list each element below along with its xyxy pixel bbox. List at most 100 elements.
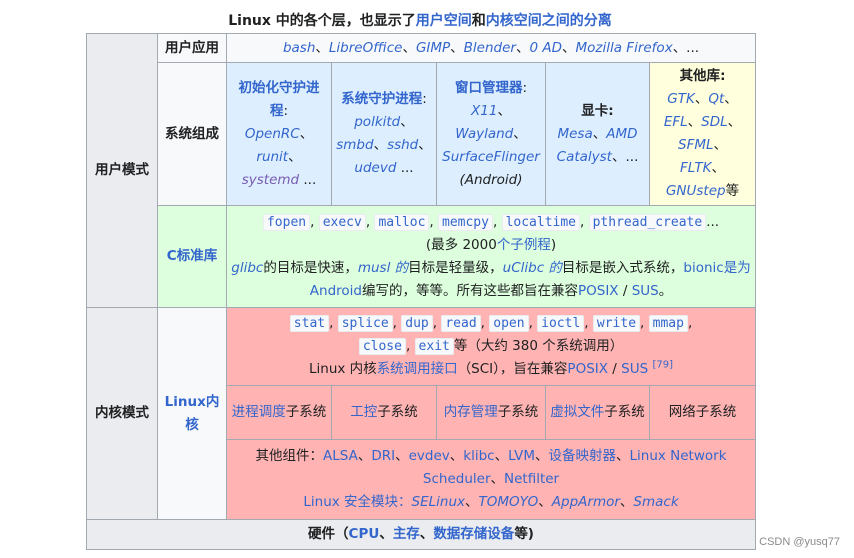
syscall-code[interactable]: write bbox=[592, 315, 641, 332]
window-manager-cell: 窗口管理器: X11、 Wayland、 SurfaceFlinger (And… bbox=[436, 62, 546, 206]
linux-kernel-link[interactable]: Linux内核 bbox=[165, 394, 220, 433]
lib-item[interactable]: GTK bbox=[667, 91, 695, 107]
network-subsystem: 网络子系统 bbox=[668, 404, 737, 420]
graphics-cell: 显卡: Mesa、AMD Catalyst、... bbox=[545, 62, 650, 206]
subsystem-cell: 工控子系统 bbox=[331, 385, 437, 440]
linux-layers-table: 用户模式 用户应用 bash、LibreOffice、GIMP、Blender、… bbox=[85, 33, 757, 550]
init-daemons-cell: 初始化守护进程: OpenRC、 runit、 systemd ... bbox=[226, 62, 332, 206]
system-components-label: 系统组成 bbox=[157, 62, 227, 206]
func-code[interactable]: pthread_create bbox=[588, 213, 707, 231]
sus-link[interactable]: SUS bbox=[632, 283, 659, 299]
func-code[interactable]: malloc bbox=[374, 213, 430, 231]
daemon-item[interactable]: sshd bbox=[387, 137, 418, 153]
init-daemons-link[interactable]: 初始化守护进程 bbox=[239, 80, 320, 119]
c-stdlib-link[interactable]: C标准库 bbox=[167, 248, 217, 264]
reference-link[interactable]: [79] bbox=[652, 360, 673, 371]
lsm-item[interactable]: AppArmor bbox=[552, 494, 620, 510]
wm-item[interactable]: Wayland bbox=[455, 126, 513, 142]
user-space-link[interactable]: 用户空间 bbox=[416, 13, 472, 29]
component-link[interactable]: Netfilter bbox=[504, 471, 559, 487]
lib-item[interactable]: SFML bbox=[678, 137, 714, 153]
func-code[interactable]: fopen bbox=[262, 213, 311, 231]
app-link[interactable]: Blender bbox=[464, 40, 516, 56]
subsystem-cell: 进程调度子系统 bbox=[226, 385, 332, 440]
other-components-cell: 其他组件：ALSA、DRI、evdev、klibc、LVM、设备映射器、Linu… bbox=[225, 439, 757, 520]
system-daemons-link[interactable]: 系统守护进程 bbox=[341, 91, 422, 107]
lib-item[interactable]: SDL bbox=[701, 114, 728, 130]
glibc-link[interactable]: glibc bbox=[231, 260, 263, 276]
android-note: (Android) bbox=[459, 171, 523, 188]
daemon-item[interactable]: polkitd bbox=[354, 114, 400, 130]
syscall-code[interactable]: read bbox=[441, 315, 481, 332]
component-link[interactable]: LVM bbox=[508, 448, 535, 464]
app-link[interactable]: Mozilla Firefox bbox=[576, 40, 673, 56]
wm-item[interactable]: SurfaceFlinger bbox=[442, 149, 540, 165]
syscall-code[interactable]: open bbox=[489, 315, 529, 332]
app-link[interactable]: LibreOffice bbox=[329, 40, 403, 56]
app-link[interactable]: 0 AD bbox=[529, 40, 562, 56]
posix-link[interactable]: POSIX bbox=[567, 361, 608, 377]
syscall-code[interactable]: exit bbox=[414, 338, 454, 355]
syscall-code[interactable]: dup bbox=[401, 315, 433, 332]
lib-item[interactable]: FLTK bbox=[680, 160, 711, 176]
cpu-link[interactable]: CPU bbox=[349, 526, 380, 542]
daemon-item[interactable]: smbd bbox=[336, 137, 373, 153]
linux-kernel-label: Linux内核 bbox=[157, 307, 227, 520]
c-stdlib-label: C标准库 bbox=[157, 205, 227, 308]
syscall-code[interactable]: splice bbox=[337, 315, 393, 332]
sus-link[interactable]: SUS bbox=[621, 361, 648, 377]
posix-link[interactable]: POSIX bbox=[578, 283, 619, 299]
uclibc-link[interactable]: uClibc 的 bbox=[503, 260, 562, 276]
syscall-code[interactable]: mmap bbox=[648, 315, 688, 332]
ipc-link[interactable]: 工控 bbox=[350, 404, 377, 420]
daemon-item[interactable]: udevd bbox=[354, 160, 396, 176]
watermark: CSDN @yusq77 bbox=[759, 536, 840, 548]
wm-item[interactable]: X11 bbox=[471, 103, 497, 119]
musl-link[interactable]: musl 的 bbox=[358, 260, 408, 276]
component-link[interactable]: 设备映射器 bbox=[548, 448, 616, 464]
other-libraries-title: 其他库 bbox=[679, 68, 721, 84]
component-link[interactable]: ALSA bbox=[323, 448, 358, 464]
user-mode-label: 用户模式 bbox=[86, 33, 158, 308]
hardware-row: 硬件（CPU、主存、数据存储设备等) bbox=[85, 519, 757, 550]
sci-link[interactable]: 系统调用接口 bbox=[377, 361, 458, 377]
lib-item[interactable]: GNUstep bbox=[666, 183, 726, 199]
storage-link[interactable]: 数据存储设备 bbox=[433, 526, 514, 542]
graphics-item[interactable]: Mesa bbox=[557, 126, 592, 142]
func-code[interactable]: execv bbox=[318, 213, 366, 231]
lib-item[interactable]: Qt bbox=[708, 91, 724, 107]
memory-management-link[interactable]: 内存管理 bbox=[444, 404, 498, 420]
lsm-item[interactable]: TOMOYO bbox=[479, 494, 539, 510]
user-apps-label: 用户应用 bbox=[157, 33, 227, 63]
app-link[interactable]: bash bbox=[283, 40, 315, 56]
lsm-item[interactable]: Smack bbox=[633, 494, 678, 510]
func-code[interactable]: localtime bbox=[501, 213, 581, 231]
lsm-link[interactable]: Linux 安全模块： bbox=[303, 494, 411, 510]
caption-text: Linux 中的各个层，也显示了 bbox=[228, 13, 416, 29]
subsystem-cell: 虚拟文件子系统 bbox=[545, 385, 650, 440]
init-item[interactable]: systemd bbox=[242, 172, 299, 188]
app-link[interactable]: GIMP bbox=[416, 40, 450, 56]
init-item[interactable]: OpenRC bbox=[245, 126, 300, 142]
component-link[interactable]: klibc bbox=[463, 448, 494, 464]
lsm-item[interactable]: SELinux bbox=[412, 494, 465, 510]
component-link[interactable]: DRI bbox=[371, 448, 395, 464]
subsystem-cell: 内存管理子系统 bbox=[436, 385, 546, 440]
window-manager-link[interactable]: 窗口管理器 bbox=[455, 80, 523, 96]
main-memory-link[interactable]: 主存 bbox=[393, 526, 420, 542]
syscall-code[interactable]: close bbox=[358, 338, 406, 355]
table-caption: Linux 中的各个层，也显示了用户空间和内核空间之间的分离 bbox=[86, 10, 754, 30]
kernel-mode-label: 内核模式 bbox=[86, 307, 158, 520]
lib-item[interactable]: EFL bbox=[664, 114, 688, 130]
init-item[interactable]: runit bbox=[256, 149, 288, 165]
syscall-code[interactable]: ioctl bbox=[537, 315, 585, 332]
component-link[interactable]: evdev bbox=[409, 448, 450, 464]
syscall-code[interactable]: stat bbox=[289, 315, 330, 332]
vfs-link[interactable]: 虚拟文件 bbox=[550, 404, 604, 420]
kernel-space-link[interactable]: 内核空间之间的分离 bbox=[486, 13, 612, 29]
subroutine-link[interactable]: 个子例程 bbox=[497, 237, 551, 253]
func-code[interactable]: memcpy bbox=[438, 213, 493, 231]
scheduler-link[interactable]: 进程调度 bbox=[232, 404, 286, 420]
c-stdlib-content: fopen, execv, malloc, memcpy, localtime,… bbox=[225, 205, 757, 308]
user-apps-list: bash、LibreOffice、GIMP、Blender、0 AD、Mozil… bbox=[225, 33, 757, 63]
